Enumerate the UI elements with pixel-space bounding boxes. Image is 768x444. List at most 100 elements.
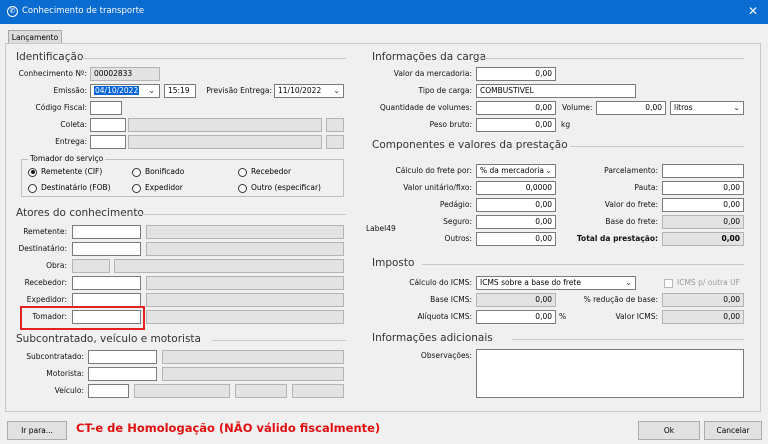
chevron-down-icon[interactable]: ⌄	[147, 85, 156, 97]
subcontratado-code-field[interactable]	[88, 350, 157, 364]
radio-expedidor[interactable]: Expedidor	[132, 182, 183, 194]
chevron-down-icon[interactable]: ⌄	[333, 85, 340, 97]
aliquota-icms-field[interactable]: 0,00	[476, 310, 556, 324]
motorista-label: Motorista:	[46, 369, 84, 378]
emissao-date-field[interactable]: 04/10/2022 ⌄	[90, 84, 160, 98]
tipo-carga-label: Tipo de carga:	[418, 86, 472, 95]
expedidor-code-field[interactable]	[72, 293, 141, 307]
radio-label: Recebedor	[251, 167, 292, 176]
radio-selected-icon	[28, 167, 37, 177]
coleta-code-field[interactable]	[90, 118, 126, 132]
coleta-extra-field	[326, 118, 344, 132]
conhecimento-label: Conhecimento Nº:	[18, 69, 87, 78]
codigo-fiscal-label: Código Fiscal:	[35, 103, 88, 112]
homologacao-warning: CT-e de Homologação (NÃO válido fiscalme…	[76, 421, 381, 435]
motorista-code-field[interactable]	[88, 367, 157, 381]
previsao-date-field[interactable]: 11/10/2022 ⌄	[274, 84, 344, 98]
codigo-fiscal-field[interactable]	[90, 101, 122, 115]
pauta-field[interactable]: 0,00	[662, 181, 744, 195]
title-bar: ✆ Conhecimento de transporte ✕	[0, 0, 768, 24]
entrega-name-field	[128, 135, 322, 149]
section-divider	[136, 214, 346, 215]
tipo-carga-field[interactable]: COMBUSTIVEL	[476, 84, 636, 98]
total-prestacao-field: 0,00	[662, 232, 744, 246]
outros-field[interactable]: 0,00	[476, 232, 556, 246]
close-icon[interactable]: ✕	[748, 4, 758, 18]
veiculo-code-field[interactable]	[88, 384, 129, 398]
chevron-down-icon[interactable]: ⌄	[545, 165, 552, 177]
remetente-code-field[interactable]	[72, 225, 141, 239]
volume-label: Volume:	[562, 103, 593, 112]
aliquota-unit-label: %	[559, 312, 567, 321]
recebedor-label: Recebedor:	[24, 278, 67, 287]
emissao-label: Emissão:	[53, 86, 87, 95]
tab-lancamento[interactable]: Lançamento	[8, 30, 62, 44]
recebedor-code-field[interactable]	[72, 276, 141, 290]
valor-frete-field[interactable]: 0,00	[662, 198, 744, 212]
subcontratado-name-field	[162, 350, 344, 364]
destinatario-code-field[interactable]	[72, 242, 141, 256]
icms-outra-uf-checkbox[interactable]: ICMS p/ outra UF	[664, 277, 740, 289]
radio-icon	[238, 183, 247, 193]
radio-label: Outro (especificar)	[251, 183, 321, 192]
calculo-icms-select[interactable]: ICMS sobre a base do frete ⌄	[476, 276, 636, 290]
emissao-time-field[interactable]: 15:19	[164, 84, 196, 98]
entrega-extra-field	[326, 135, 344, 149]
chevron-down-icon[interactable]: ⌄	[625, 277, 632, 289]
pauta-label: Pauta:	[634, 183, 658, 192]
entrega-code-field[interactable]	[90, 135, 126, 149]
section-divider	[478, 58, 744, 59]
outros-label: Outros:	[444, 234, 472, 243]
valor-unitario-field[interactable]: 0,0000	[476, 181, 556, 195]
peso-bruto-field[interactable]: 0,00	[476, 118, 556, 132]
chevron-down-icon[interactable]: ⌄	[733, 102, 740, 114]
calculo-frete-label: Cálculo do frete por:	[395, 166, 472, 175]
quantidade-volumes-label: Quantidade de volumes:	[379, 103, 472, 112]
remetente-label: Remetente:	[23, 227, 67, 236]
calculo-frete-select[interactable]: % da mercadoria ⌄	[476, 164, 556, 178]
obra-name-field	[114, 259, 344, 273]
reducao-base-field: 0,00	[662, 293, 744, 307]
valor-icms-field: 0,00	[662, 310, 744, 324]
section-subcontratado: Subcontratado, veículo e motorista	[16, 333, 201, 345]
peso-bruto-label: Peso bruto:	[429, 120, 472, 129]
seguro-field[interactable]: 0,00	[476, 215, 556, 229]
peso-unit-label: kg	[561, 120, 571, 129]
pedagio-field[interactable]: 0,00	[476, 198, 556, 212]
total-prestacao-label: Total da prestação:	[576, 234, 658, 243]
coleta-name-field	[128, 118, 322, 132]
section-imposto: Imposto	[372, 257, 415, 269]
radio-label: Bonificado	[145, 167, 185, 176]
parcelamento-field[interactable]	[662, 164, 744, 178]
volume-field[interactable]: 0,00	[596, 101, 666, 115]
observacoes-textarea[interactable]	[476, 349, 744, 398]
ir-para-button[interactable]: Ir para...	[7, 421, 67, 440]
tomador-name-field	[146, 310, 344, 324]
radio-remetente-cif[interactable]: Remetente (CIF)	[28, 166, 102, 178]
valor-mercadoria-field[interactable]: 0,00	[476, 67, 556, 81]
expedidor-label: Expedidor:	[26, 295, 67, 304]
section-atores: Atores do conhecimento	[16, 207, 144, 219]
radio-icon	[28, 183, 37, 193]
radio-recebedor[interactable]: Recebedor	[238, 166, 291, 178]
valor-frete-label: Valor do frete:	[604, 200, 658, 209]
quantidade-volumes-field[interactable]: 0,00	[476, 101, 556, 115]
valor-unitario-label: Valor unitário/fixo:	[403, 183, 472, 192]
radio-destinatario-fob[interactable]: Destinatário (FOB)	[28, 182, 111, 194]
section-divider	[212, 340, 346, 341]
tomador-code-field[interactable]	[72, 310, 141, 324]
radio-icon	[132, 167, 141, 177]
calculo-icms-label: Cálculo do ICMS:	[409, 278, 472, 287]
radio-outro[interactable]: Outro (especificar)	[238, 182, 321, 194]
volume-unit-select[interactable]: litros ⌄	[670, 101, 744, 115]
valor-icms-label: Valor ICMS:	[615, 312, 659, 321]
expedidor-name-field	[146, 293, 344, 307]
radio-bonificado[interactable]: Bonificado	[132, 166, 184, 178]
conhecimento-field[interactable]: 00002833	[90, 67, 160, 81]
radio-label: Expedidor	[145, 183, 183, 192]
ok-button[interactable]: Ok	[638, 421, 700, 440]
base-frete-label: Base do frete:	[605, 217, 658, 226]
radio-label: Destinatário (FOB)	[41, 183, 111, 192]
cancelar-button[interactable]: Cancelar	[704, 421, 762, 440]
recebedor-name-field	[146, 276, 344, 290]
